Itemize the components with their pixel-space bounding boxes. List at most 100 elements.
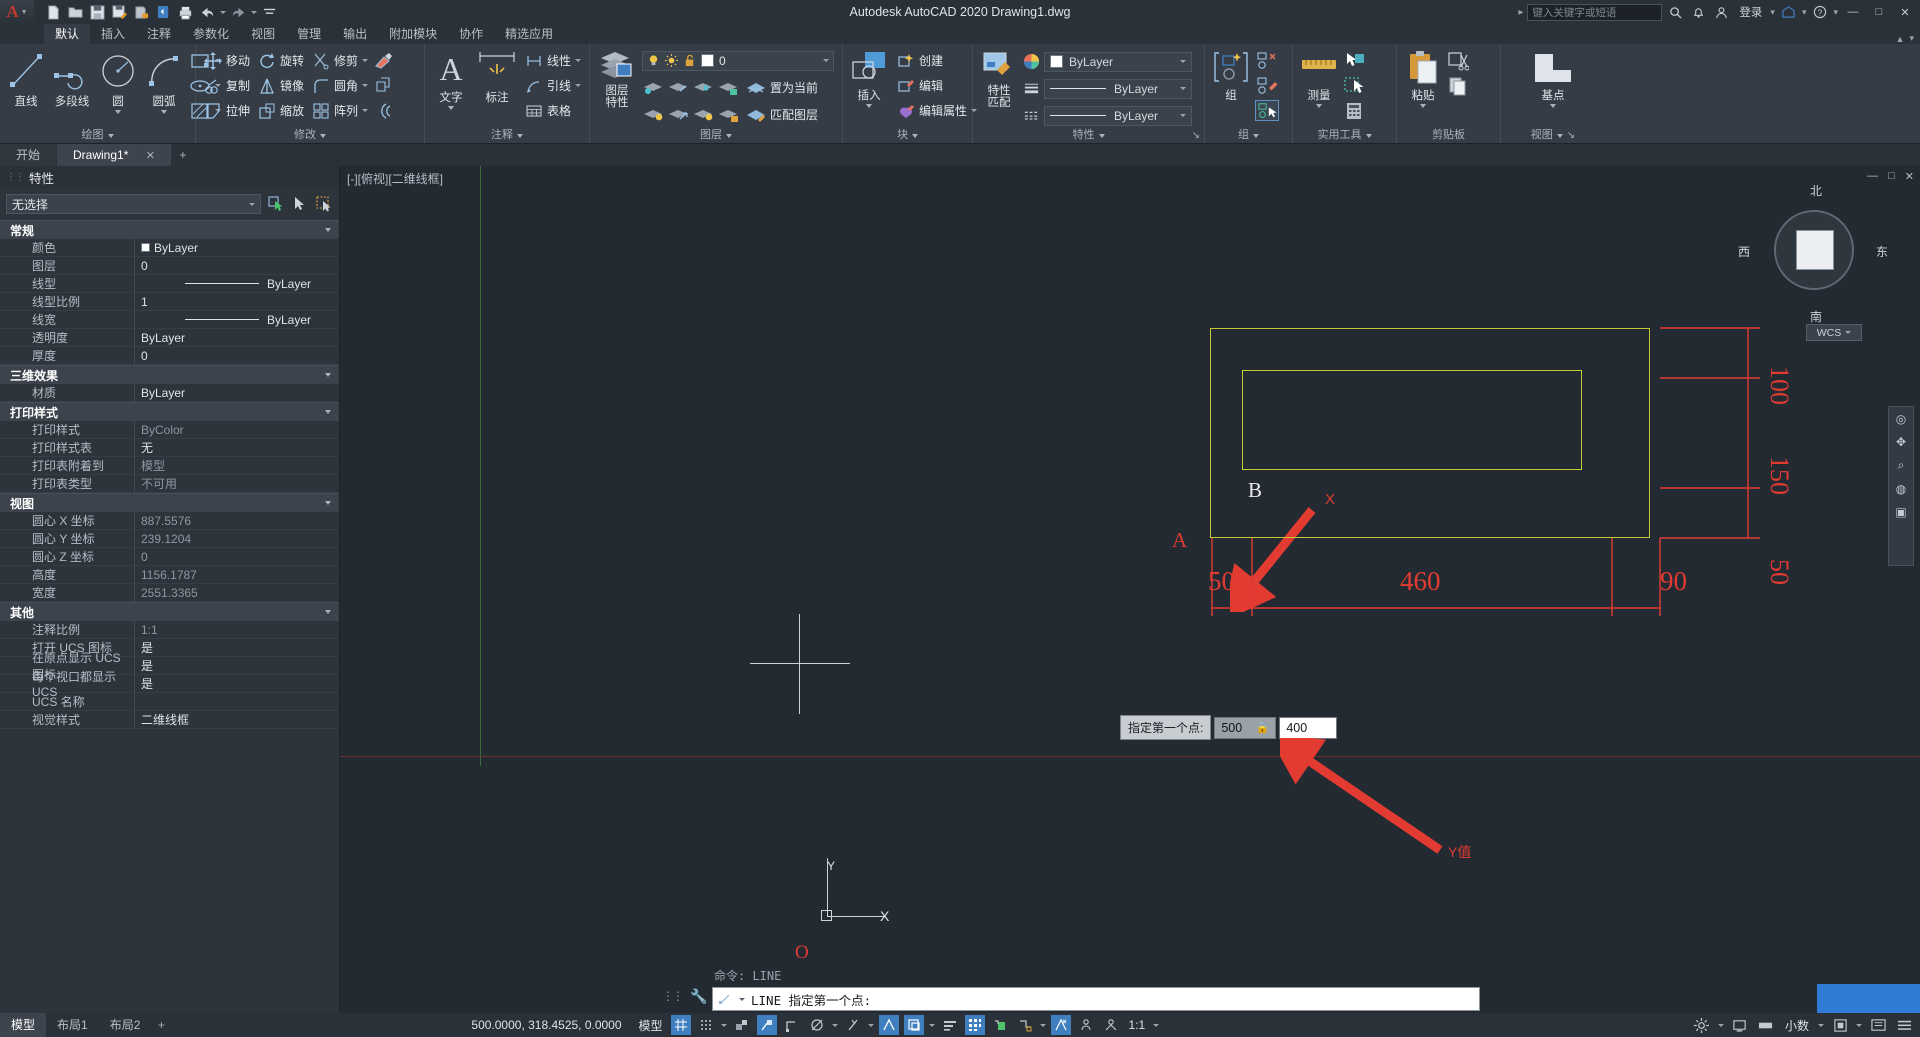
property-group-plot-style[interactable]: 打印样式 [0,402,339,421]
view-cube[interactable]: 北 南 西 东 [1738,184,1888,324]
units-dropdown-icon[interactable] [1818,1023,1824,1027]
property-row[interactable]: 每个视口都显示 UCS 是 [0,670,339,699]
command-history-dropdown-icon[interactable] [739,997,745,1001]
ribbon-options-icon[interactable]: ▾ [1909,33,1914,44]
text-dropdown-icon[interactable] [448,106,454,110]
erase-icon[interactable] [372,51,394,71]
object-selection-combo[interactable]: 无选择 [6,194,261,214]
ribbon-tab-collaborate[interactable]: 协作 [448,24,494,44]
panel-title-block[interactable]: 块 [847,128,968,143]
property-value[interactable]: ByLayer [134,238,339,257]
application-menu-button[interactable]: A ▼ [0,0,34,24]
property-row[interactable]: 视觉样式 二维线框 [0,710,339,729]
paste-dropdown-icon[interactable] [1420,104,1426,108]
layer-set-current-button[interactable]: 置为当前 [742,75,822,100]
doc-tab-close-icon[interactable]: ✕ [146,150,155,162]
export-icon[interactable] [132,3,151,22]
model-space-label[interactable]: 模型 [636,1017,666,1034]
polar-icon[interactable] [756,1015,777,1035]
panel-expand-draw-icon[interactable] [107,133,114,138]
properties-dialog-launcher-icon[interactable]: ↘ [1192,128,1200,143]
polyline-button[interactable]: 多段线 [50,48,94,111]
property-row[interactable]: 宽度 2551.3365 [0,583,339,602]
snap-icon[interactable] [696,1015,716,1035]
property-row[interactable]: 材质 ByLayer [0,383,339,402]
ducs-dropdown-icon[interactable] [867,1023,874,1027]
palette-grip-icon[interactable]: ⋮⋮ [6,172,25,183]
panel-expand-view-icon[interactable] [1556,133,1563,138]
property-value[interactable]: 无 [134,438,339,457]
new-icon[interactable] [44,3,63,22]
property-group-misc[interactable]: 其他 [0,602,339,621]
property-row[interactable]: 线型比例 1 [0,292,339,311]
property-value[interactable]: 是 [134,656,339,675]
new-document-tab-button[interactable]: + [172,144,194,166]
fillet-button[interactable]: 圆角 [308,73,372,98]
layer-color-swatch[interactable] [701,54,714,67]
layer-properties-button[interactable]: 图层 特性 [594,48,640,111]
property-value[interactable] [134,692,339,711]
dyninput-icon[interactable] [878,1015,899,1035]
unlock-icon[interactable] [683,54,696,67]
lwt-dropdown-icon[interactable] [928,1023,935,1027]
group-collapse-view-icon[interactable] [325,501,331,505]
property-row[interactable]: 线宽 ByLayer [0,310,339,329]
property-value[interactable]: 二维线框 [134,710,339,729]
property-value[interactable]: ByLayer [134,310,339,329]
panel-expand-group-icon[interactable] [1253,133,1259,138]
steering-wheel-icon[interactable]: ◎ [1896,412,1906,426]
block-edit-attr-button[interactable]: 编辑属性 [893,98,981,123]
move-button[interactable]: 移动 [200,48,254,73]
measure-button[interactable]: 测量 [1297,48,1341,110]
otrack-dropdown-icon[interactable] [831,1023,838,1027]
layer-off-icon[interactable] [642,105,664,124]
ducs-icon[interactable] [843,1015,863,1035]
select-objects-icon[interactable] [314,195,333,214]
appstore-icon[interactable] [1779,3,1798,22]
property-group-general[interactable]: 常规 [0,220,339,239]
layer-thaw-icon[interactable] [692,105,714,124]
panel-expand-annotation-icon[interactable] [517,133,523,138]
bell-icon[interactable] [1689,3,1708,22]
lineweight-combo-dropdown-icon[interactable] [1180,87,1186,90]
ribbon-tab-manage[interactable]: 管理 [286,24,332,44]
insert-block-dropdown-icon[interactable] [866,104,872,108]
panel-title-properties[interactable]: 特性 ↘ [977,128,1201,143]
group-collapse-general-icon[interactable] [325,228,331,232]
ribbon-minimize-icon[interactable]: ▲ [1896,34,1905,44]
property-value[interactable]: 1 [134,292,339,311]
ribbon-tab-addins[interactable]: 附加模块 [378,24,448,44]
property-row[interactable]: 打印样式表 无 [0,438,339,457]
redo-icon[interactable] [229,3,248,22]
panel-title-draw[interactable]: 绘图 [4,128,191,143]
property-value[interactable]: 是 [134,674,339,693]
customize-icon[interactable] [260,3,279,22]
gear-icon[interactable] [1692,1015,1712,1035]
wcs-selector[interactable]: WCS [1806,324,1862,341]
property-value[interactable]: 0 [134,547,339,566]
wcs-dropdown-icon[interactable] [1845,331,1852,334]
property-value[interactable]: 1:1 [134,620,339,639]
layout-tab-model[interactable]: 模型 [0,1013,47,1037]
viewport-config-label[interactable]: [-][俯视][二维线框] [347,170,443,187]
panel-title-utilities[interactable]: 实用工具 [1297,128,1392,143]
linear-dim-button[interactable]: 线性 [521,48,585,73]
trim-dropdown-icon[interactable] [362,59,369,62]
property-value[interactable]: 239.1204 [134,529,339,548]
workspace-dropdown-icon[interactable] [1717,1023,1724,1027]
property-row[interactable]: UCS 名称 [0,692,339,711]
ribbon-tab-view[interactable]: 视图 [240,24,286,44]
panel-expand-layers-icon[interactable] [726,133,732,138]
open-icon[interactable] [66,3,85,22]
units-label[interactable]: 小数 [1782,1017,1812,1034]
redo-dropdown-icon[interactable] [251,10,257,14]
maximize-button[interactable]: □ [1868,2,1890,22]
base-view-button[interactable]: 基点 [1528,48,1578,110]
group-collapse-plot-icon[interactable] [325,410,331,414]
dimension-button[interactable]: 标注 [475,48,519,107]
undo-dropdown-icon[interactable] [220,10,226,14]
array-dropdown-icon[interactable] [362,109,369,112]
quick-select-icon[interactable] [1343,51,1365,70]
copy-button[interactable]: 复制 [200,73,254,98]
otrack-icon[interactable] [807,1015,827,1035]
